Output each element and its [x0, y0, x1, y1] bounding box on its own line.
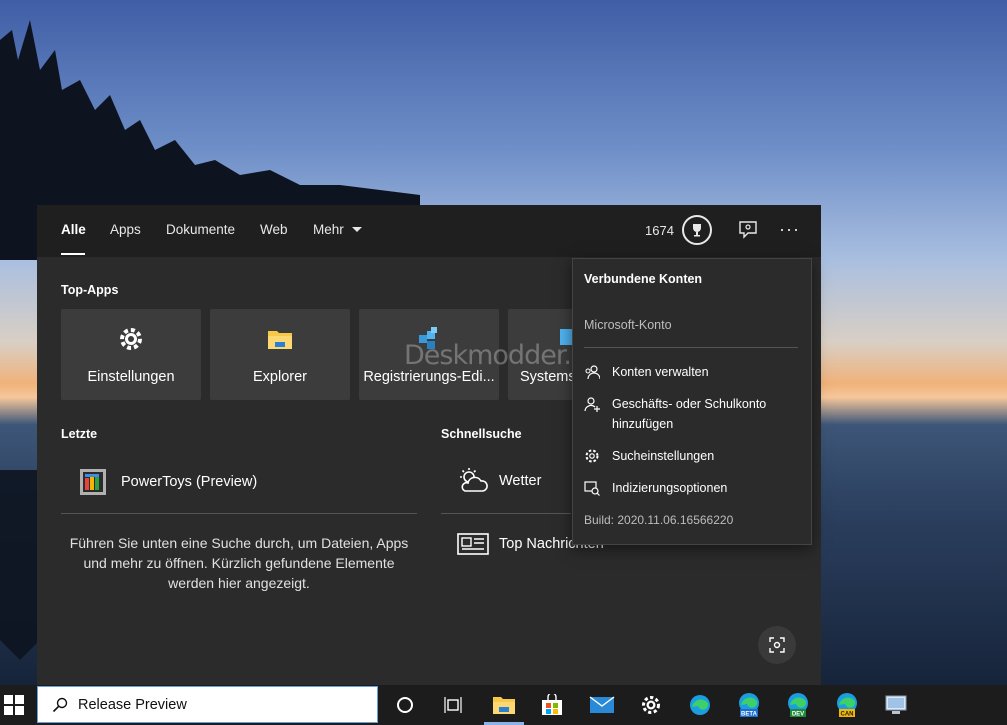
- tab-apps[interactable]: Apps: [110, 222, 141, 237]
- menu-item-label-line2: hinzufügen: [612, 417, 674, 431]
- menu-item-label: Konten verwalten: [612, 365, 709, 379]
- explorer-icon[interactable]: [490, 691, 518, 719]
- menu-item-label-line1: Geschäfts- oder Schulkonto: [612, 397, 767, 411]
- search-icon: [52, 697, 68, 713]
- task-view-icon[interactable]: [439, 691, 467, 719]
- top-apps-title: Top-Apps: [61, 283, 119, 297]
- connected-accounts-menu: Verbundene Konten Microsoft-Konto Konten…: [572, 258, 812, 545]
- quick-search-label: Wetter: [499, 473, 542, 489]
- tab-web[interactable]: Web: [260, 222, 288, 237]
- menu-item-manage-accounts[interactable]: Konten verwalten: [584, 362, 709, 382]
- menu-item-label: Sucheinstellungen: [612, 449, 715, 463]
- tab-more-label: Mehr: [313, 222, 344, 237]
- tab-documents[interactable]: Dokumente: [166, 222, 235, 237]
- edge-icon[interactable]: [686, 691, 714, 719]
- store-icon[interactable]: [538, 691, 566, 719]
- rewards-trophy-icon[interactable]: [682, 215, 712, 245]
- recent-item-label: PowerToys (Preview): [121, 474, 258, 490]
- tab-all[interactable]: Alle: [61, 222, 86, 237]
- settings-icon[interactable]: [637, 691, 665, 719]
- windows-start-icon[interactable]: [4, 695, 24, 715]
- mail-icon[interactable]: [588, 691, 616, 719]
- menu-title: Verbundene Konten: [584, 272, 703, 286]
- badge-beta: BETA: [741, 712, 758, 718]
- edge-beta-icon[interactable]: BETA: [735, 691, 763, 719]
- indexing-icon: [584, 481, 600, 496]
- quick-search-weather[interactable]: Wetter: [457, 467, 541, 495]
- rewards-points: 1674: [645, 223, 674, 238]
- gear-icon: [120, 328, 142, 350]
- menu-item-label: Indizierungsoptionen: [612, 481, 728, 495]
- menu-item-search-settings[interactable]: Sucheinstellungen: [584, 446, 714, 466]
- gear-icon: [585, 449, 599, 463]
- quick-search-title: Schnellsuche: [441, 427, 522, 441]
- folder-icon: [268, 331, 292, 349]
- caret-down-icon: [351, 227, 362, 232]
- app-icon[interactable]: [882, 691, 910, 719]
- tab-more[interactable]: Mehr: [313, 222, 363, 237]
- taskbar: BETA DEV CAN: [0, 685, 1007, 725]
- search-tabs-bar: Alle Apps Dokumente Web Mehr 1674 ···: [37, 205, 821, 257]
- menu-separator: [584, 347, 798, 348]
- build-version: Build: 2020.11.06.16566220: [584, 513, 734, 527]
- taskbar-search-input[interactable]: [78, 695, 358, 715]
- badge-can: CAN: [841, 712, 854, 718]
- quick-search-divider: [441, 513, 571, 514]
- recent-item-powertoys[interactable]: PowerToys (Preview): [79, 467, 257, 497]
- app-tile-settings[interactable]: Einstellungen: [61, 309, 201, 400]
- badge-dev: DEV: [792, 712, 804, 718]
- recent-title: Letzte: [61, 427, 98, 441]
- taskbar-search-box[interactable]: [37, 686, 378, 723]
- powertoys-icon: [80, 469, 106, 495]
- app-tile-label: Registrierungs-Edi...: [363, 369, 495, 385]
- capture-icon: [769, 637, 785, 653]
- active-tab-indicator: [61, 253, 85, 255]
- menu-account-label: Microsoft-Konto: [584, 318, 672, 332]
- feedback-icon[interactable]: [737, 219, 759, 241]
- recent-hint-text: Führen Sie unten eine Suche durch, um Da…: [69, 535, 409, 591]
- cortana-icon[interactable]: [391, 691, 419, 719]
- recent-divider: [61, 513, 417, 514]
- more-options-icon[interactable]: ···: [779, 219, 800, 240]
- edge-dev-icon[interactable]: DEV: [784, 691, 812, 719]
- add-person-icon: [584, 397, 600, 412]
- app-tile-label: Systems: [520, 369, 573, 385]
- weather-icon: [460, 468, 488, 492]
- menu-item-indexing-options[interactable]: Indizierungsoptionen: [584, 478, 727, 498]
- app-tile-label: Explorer: [253, 369, 307, 385]
- menu-item-label: Geschäfts- oder Schulkonto hinzufügen: [612, 394, 766, 434]
- menu-item-add-work-account[interactable]: Geschäfts- oder Schulkonto hinzufügen: [584, 394, 766, 434]
- screenshot-search-button[interactable]: [758, 626, 796, 664]
- news-icon: [457, 533, 489, 555]
- edge-canary-icon[interactable]: CAN: [833, 691, 861, 719]
- app-tile-label: Einstellungen: [87, 369, 175, 385]
- accounts-icon: [585, 365, 600, 380]
- app-tile-explorer[interactable]: Explorer: [210, 309, 350, 400]
